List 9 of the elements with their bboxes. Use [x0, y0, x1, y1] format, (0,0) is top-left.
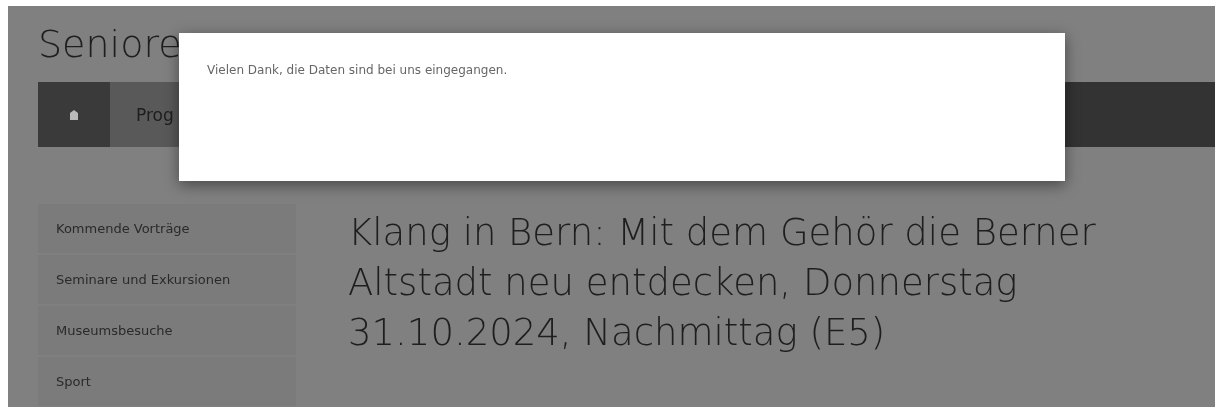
- home-icon: [70, 109, 78, 120]
- sidebar-item[interactable]: Seminare und Exkursionen: [38, 255, 296, 304]
- home-nav-item[interactable]: [38, 82, 110, 147]
- sidebar-item[interactable]: Kommende Vorträge: [38, 204, 296, 253]
- sidebar-item[interactable]: Museumsbesuche: [38, 306, 296, 355]
- site-title: Seniore: [38, 22, 182, 66]
- sidebar-item[interactable]: Sport: [38, 357, 296, 406]
- dialog-message: Vielen Dank, die Daten sind bei uns eingegangen.: [207, 63, 509, 77]
- page-headline: Klang in Bern: Mit dem Gehör die Berner Altstadt neu entdecken, Donnerstag 31.10.2024, Nachmittag (E5): [348, 210, 1097, 356]
